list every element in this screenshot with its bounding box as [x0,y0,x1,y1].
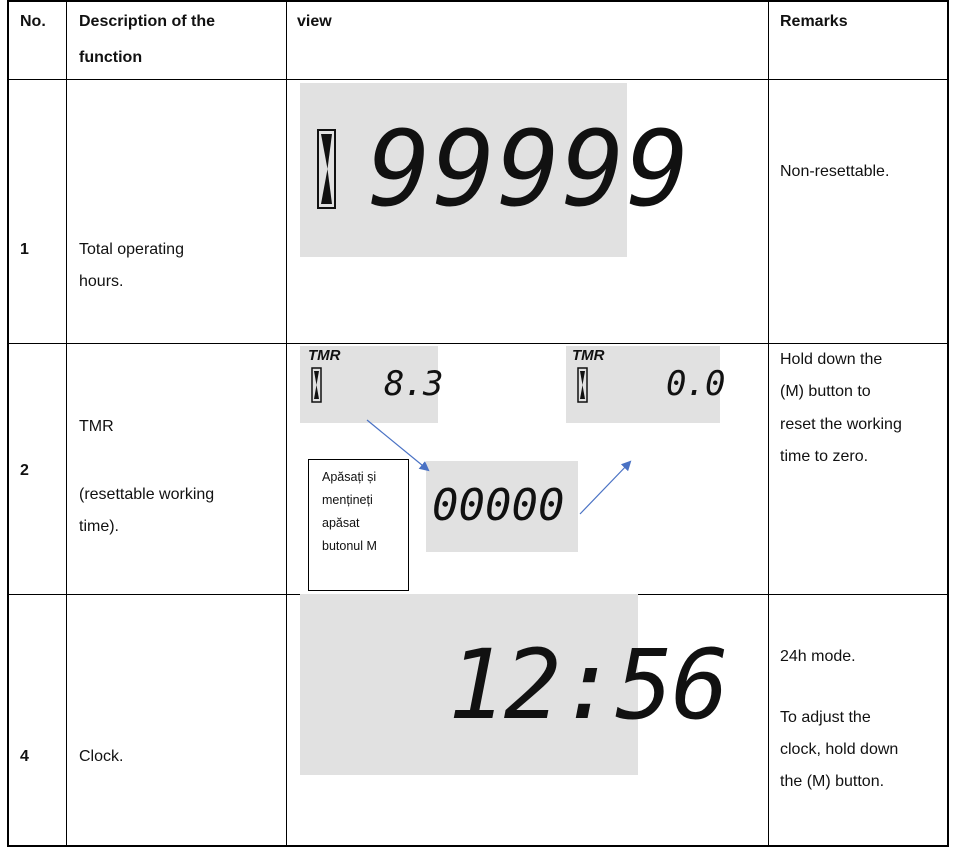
row2-remarks-line2: (M) button to [780,383,871,400]
row4-remarks-line4: the (M) button. [780,773,885,790]
note-line1: Apăsați și [322,470,377,484]
lcd-clock: 12:56 [300,594,729,775]
row4-description: Clock. [79,748,124,765]
arrow-to-zero [579,460,632,515]
row2-remarks-line3: reset the working [780,416,902,433]
row4-number: 4 [20,748,29,765]
clock-time: 12:56 [448,629,729,741]
row4-remarks-line1: 24h mode. [780,648,856,665]
row2-remarks-line1: Hold down the [780,351,883,368]
note-line4: butonul M [322,539,377,553]
row2-remarks-line4: time to zero. [780,448,869,465]
note-line3: apăsat [322,516,360,530]
press-hold-note: Apăsați și mențineți apăsat butonul M [308,459,409,591]
note-line2: mențineți [322,493,373,507]
row4-remarks-line2: To adjust the [780,709,871,726]
row4-remarks-line3: clock, hold down [780,741,899,758]
